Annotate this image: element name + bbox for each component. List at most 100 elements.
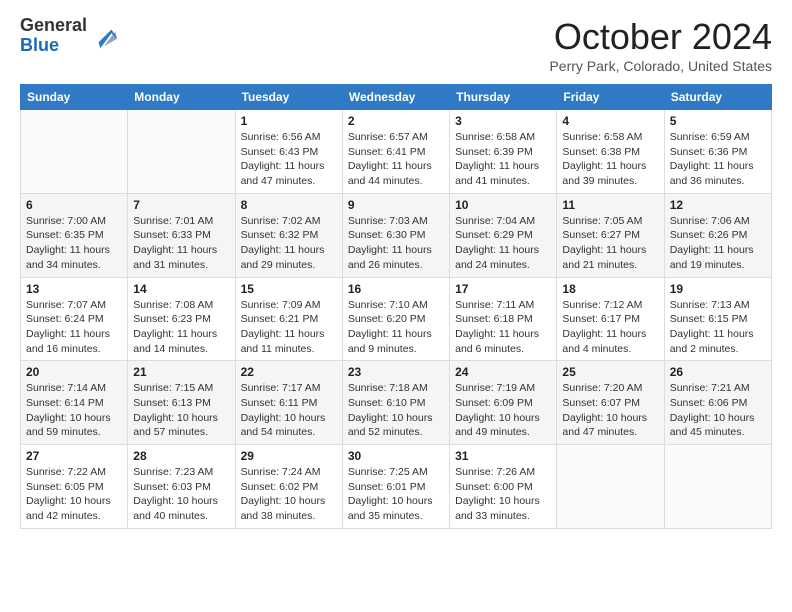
day-info: Sunrise: 7:04 AMSunset: 6:29 PMDaylight:… — [455, 214, 551, 273]
day-info: Sunrise: 7:20 AMSunset: 6:07 PMDaylight:… — [562, 381, 658, 440]
day-number: 12 — [670, 198, 766, 212]
logo: General Blue — [20, 16, 119, 56]
table-row: 7 Sunrise: 7:01 AMSunset: 6:33 PMDayligh… — [128, 193, 235, 277]
day-info: Sunrise: 7:13 AMSunset: 6:15 PMDaylight:… — [670, 298, 766, 357]
day-number: 6 — [26, 198, 122, 212]
day-number: 20 — [26, 365, 122, 379]
table-row: 12 Sunrise: 7:06 AMSunset: 6:26 PMDaylig… — [664, 193, 771, 277]
calendar-week-row: 13 Sunrise: 7:07 AMSunset: 6:24 PMDaylig… — [21, 277, 772, 361]
day-info: Sunrise: 7:08 AMSunset: 6:23 PMDaylight:… — [133, 298, 229, 357]
day-info: Sunrise: 7:25 AMSunset: 6:01 PMDaylight:… — [348, 465, 444, 524]
day-number: 21 — [133, 365, 229, 379]
table-row: 5 Sunrise: 6:59 AMSunset: 6:36 PMDayligh… — [664, 110, 771, 194]
day-number: 5 — [670, 114, 766, 128]
day-info: Sunrise: 7:11 AMSunset: 6:18 PMDaylight:… — [455, 298, 551, 357]
table-row: 22 Sunrise: 7:17 AMSunset: 6:11 PMDaylig… — [235, 361, 342, 445]
day-number: 2 — [348, 114, 444, 128]
day-info: Sunrise: 7:22 AMSunset: 6:05 PMDaylight:… — [26, 465, 122, 524]
logo-blue: Blue — [20, 36, 87, 56]
table-row — [128, 110, 235, 194]
table-row: 8 Sunrise: 7:02 AMSunset: 6:32 PMDayligh… — [235, 193, 342, 277]
table-row: 24 Sunrise: 7:19 AMSunset: 6:09 PMDaylig… — [450, 361, 557, 445]
table-row: 25 Sunrise: 7:20 AMSunset: 6:07 PMDaylig… — [557, 361, 664, 445]
table-row: 16 Sunrise: 7:10 AMSunset: 6:20 PMDaylig… — [342, 277, 449, 361]
day-info: Sunrise: 6:58 AMSunset: 6:39 PMDaylight:… — [455, 130, 551, 189]
table-row: 4 Sunrise: 6:58 AMSunset: 6:38 PMDayligh… — [557, 110, 664, 194]
day-number: 3 — [455, 114, 551, 128]
table-row — [21, 110, 128, 194]
day-info: Sunrise: 7:00 AMSunset: 6:35 PMDaylight:… — [26, 214, 122, 273]
day-info: Sunrise: 7:12 AMSunset: 6:17 PMDaylight:… — [562, 298, 658, 357]
day-number: 14 — [133, 282, 229, 296]
table-row: 15 Sunrise: 7:09 AMSunset: 6:21 PMDaylig… — [235, 277, 342, 361]
day-number: 26 — [670, 365, 766, 379]
col-sunday: Sunday — [21, 85, 128, 110]
day-number: 18 — [562, 282, 658, 296]
day-info: Sunrise: 7:10 AMSunset: 6:20 PMDaylight:… — [348, 298, 444, 357]
month-title: October 2024 — [549, 16, 772, 58]
day-number: 25 — [562, 365, 658, 379]
day-info: Sunrise: 7:26 AMSunset: 6:00 PMDaylight:… — [455, 465, 551, 524]
day-info: Sunrise: 7:01 AMSunset: 6:33 PMDaylight:… — [133, 214, 229, 273]
table-row — [664, 445, 771, 529]
table-row: 19 Sunrise: 7:13 AMSunset: 6:15 PMDaylig… — [664, 277, 771, 361]
day-number: 13 — [26, 282, 122, 296]
day-number: 19 — [670, 282, 766, 296]
table-row: 26 Sunrise: 7:21 AMSunset: 6:06 PMDaylig… — [664, 361, 771, 445]
day-info: Sunrise: 7:24 AMSunset: 6:02 PMDaylight:… — [241, 465, 337, 524]
day-info: Sunrise: 7:21 AMSunset: 6:06 PMDaylight:… — [670, 381, 766, 440]
logo-icon — [91, 22, 119, 50]
table-row: 14 Sunrise: 7:08 AMSunset: 6:23 PMDaylig… — [128, 277, 235, 361]
day-info: Sunrise: 7:14 AMSunset: 6:14 PMDaylight:… — [26, 381, 122, 440]
calendar-header-row: Sunday Monday Tuesday Wednesday Thursday… — [21, 85, 772, 110]
table-row: 6 Sunrise: 7:00 AMSunset: 6:35 PMDayligh… — [21, 193, 128, 277]
table-row: 9 Sunrise: 7:03 AMSunset: 6:30 PMDayligh… — [342, 193, 449, 277]
day-info: Sunrise: 7:19 AMSunset: 6:09 PMDaylight:… — [455, 381, 551, 440]
day-number: 17 — [455, 282, 551, 296]
day-info: Sunrise: 7:18 AMSunset: 6:10 PMDaylight:… — [348, 381, 444, 440]
day-number: 22 — [241, 365, 337, 379]
day-info: Sunrise: 7:07 AMSunset: 6:24 PMDaylight:… — [26, 298, 122, 357]
table-row: 21 Sunrise: 7:15 AMSunset: 6:13 PMDaylig… — [128, 361, 235, 445]
col-tuesday: Tuesday — [235, 85, 342, 110]
col-wednesday: Wednesday — [342, 85, 449, 110]
table-row: 10 Sunrise: 7:04 AMSunset: 6:29 PMDaylig… — [450, 193, 557, 277]
table-row: 20 Sunrise: 7:14 AMSunset: 6:14 PMDaylig… — [21, 361, 128, 445]
day-number: 29 — [241, 449, 337, 463]
day-info: Sunrise: 6:59 AMSunset: 6:36 PMDaylight:… — [670, 130, 766, 189]
calendar-week-row: 6 Sunrise: 7:00 AMSunset: 6:35 PMDayligh… — [21, 193, 772, 277]
calendar-week-row: 27 Sunrise: 7:22 AMSunset: 6:05 PMDaylig… — [21, 445, 772, 529]
logo-general: General — [20, 16, 87, 36]
day-number: 10 — [455, 198, 551, 212]
day-number: 11 — [562, 198, 658, 212]
day-number: 16 — [348, 282, 444, 296]
day-number: 30 — [348, 449, 444, 463]
day-number: 7 — [133, 198, 229, 212]
table-row: 18 Sunrise: 7:12 AMSunset: 6:17 PMDaylig… — [557, 277, 664, 361]
table-row — [557, 445, 664, 529]
table-row: 3 Sunrise: 6:58 AMSunset: 6:39 PMDayligh… — [450, 110, 557, 194]
day-info: Sunrise: 7:23 AMSunset: 6:03 PMDaylight:… — [133, 465, 229, 524]
day-number: 28 — [133, 449, 229, 463]
day-info: Sunrise: 6:56 AMSunset: 6:43 PMDaylight:… — [241, 130, 337, 189]
table-row: 31 Sunrise: 7:26 AMSunset: 6:00 PMDaylig… — [450, 445, 557, 529]
title-block: October 2024 Perry Park, Colorado, Unite… — [549, 16, 772, 74]
col-thursday: Thursday — [450, 85, 557, 110]
page-header: General Blue October 2024 Perry Park, Co… — [20, 16, 772, 74]
col-monday: Monday — [128, 85, 235, 110]
day-info: Sunrise: 7:06 AMSunset: 6:26 PMDaylight:… — [670, 214, 766, 273]
day-number: 4 — [562, 114, 658, 128]
table-row: 17 Sunrise: 7:11 AMSunset: 6:18 PMDaylig… — [450, 277, 557, 361]
day-info: Sunrise: 7:15 AMSunset: 6:13 PMDaylight:… — [133, 381, 229, 440]
day-number: 1 — [241, 114, 337, 128]
day-number: 9 — [348, 198, 444, 212]
table-row: 28 Sunrise: 7:23 AMSunset: 6:03 PMDaylig… — [128, 445, 235, 529]
table-row: 13 Sunrise: 7:07 AMSunset: 6:24 PMDaylig… — [21, 277, 128, 361]
day-number: 24 — [455, 365, 551, 379]
location: Perry Park, Colorado, United States — [549, 58, 772, 74]
table-row: 11 Sunrise: 7:05 AMSunset: 6:27 PMDaylig… — [557, 193, 664, 277]
table-row: 29 Sunrise: 7:24 AMSunset: 6:02 PMDaylig… — [235, 445, 342, 529]
day-number: 31 — [455, 449, 551, 463]
day-info: Sunrise: 7:03 AMSunset: 6:30 PMDaylight:… — [348, 214, 444, 273]
day-info: Sunrise: 7:02 AMSunset: 6:32 PMDaylight:… — [241, 214, 337, 273]
